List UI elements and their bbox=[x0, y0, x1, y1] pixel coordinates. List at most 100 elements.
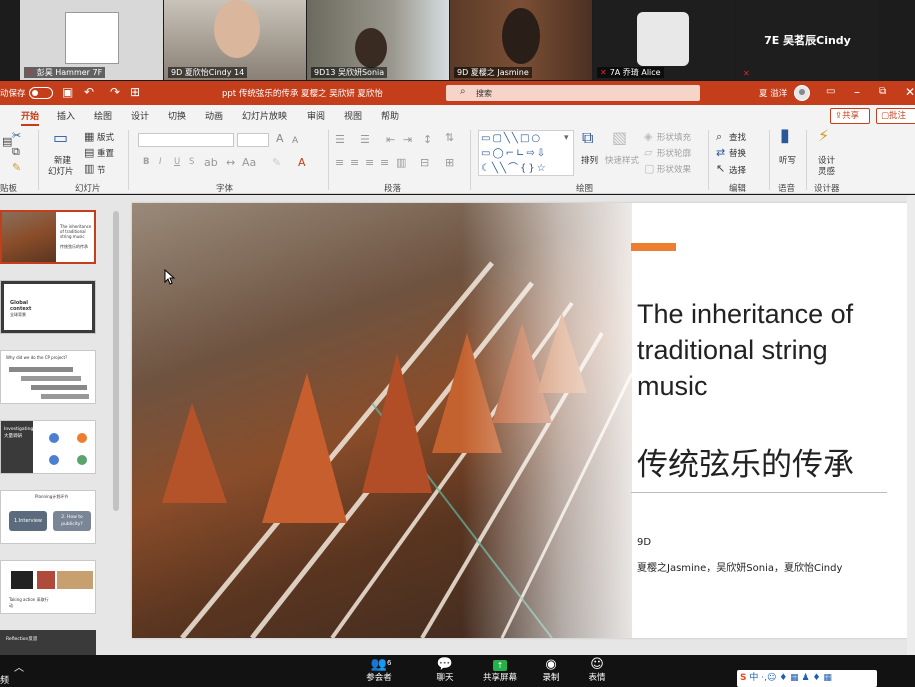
align-center-icon[interactable]: ≡ bbox=[350, 157, 359, 169]
slide-thumbnail[interactable]: Investigating 大量调研 bbox=[0, 420, 96, 474]
reset-icon[interactable]: ▤ bbox=[84, 147, 94, 159]
grow-font-icon[interactable]: A bbox=[276, 133, 284, 145]
video-tile[interactable]: 9D 夏樱之 Jasmine bbox=[450, 0, 592, 80]
change-case-icon[interactable]: Aa bbox=[242, 157, 256, 169]
undo-icon[interactable]: ↶ bbox=[84, 85, 94, 99]
video-tile[interactable]: 9D 夏欣怡Cindy 14 bbox=[164, 0, 306, 80]
tab-transitions[interactable]: 切换 bbox=[168, 109, 186, 122]
new-slide-icon[interactable]: ▭ bbox=[53, 130, 68, 146]
format-painter-icon[interactable]: ✎ bbox=[12, 162, 21, 174]
chat-button[interactable]: 💬 聊天 bbox=[425, 657, 465, 684]
reactions-button[interactable]: ☺ 表情 bbox=[577, 657, 617, 684]
tab-slideshow[interactable]: 幻灯片放映 bbox=[242, 109, 287, 122]
tab-view[interactable]: 视图 bbox=[344, 109, 362, 122]
slide-thumbnail[interactable]: Global context 全球背景 bbox=[0, 280, 96, 334]
paste-icon[interactable]: ▤ bbox=[2, 136, 12, 148]
redo-icon[interactable]: ↷ bbox=[110, 85, 120, 99]
copy-icon[interactable]: ⧉ bbox=[12, 146, 20, 158]
section-button[interactable]: 节 bbox=[97, 164, 106, 176]
share-button[interactable]: ⇪共享 bbox=[830, 108, 870, 124]
select-icon[interactable]: ↖ bbox=[716, 163, 725, 175]
slide-thumbnail[interactable]: Reflection反思 bbox=[0, 630, 96, 655]
avatar[interactable] bbox=[794, 85, 810, 101]
bullets-icon[interactable]: ☰ bbox=[335, 134, 345, 146]
tab-design[interactable]: 设计 bbox=[131, 109, 149, 122]
slide-title-chinese[interactable]: 传统弦乐的传承 bbox=[637, 439, 854, 484]
slide-thumbnail[interactable]: Why did we do the CP project? bbox=[0, 350, 96, 404]
italic-button[interactable]: I bbox=[159, 157, 162, 167]
font-name-select[interactable] bbox=[138, 133, 234, 147]
chevron-up-icon[interactable]: ︿ bbox=[14, 659, 24, 674]
shape-fill-button[interactable]: 形状填充 bbox=[657, 131, 691, 143]
record-button[interactable]: ◉ 录制 bbox=[531, 657, 571, 684]
layout-icon[interactable]: ▦ bbox=[84, 131, 94, 143]
increase-indent-icon[interactable]: ⇥ bbox=[403, 134, 412, 146]
strikethrough-icon[interactable]: ab bbox=[204, 157, 218, 169]
justify-icon[interactable]: ≡ bbox=[380, 157, 389, 169]
toolbar-left-label[interactable]: 频 bbox=[0, 673, 9, 686]
reset-button[interactable]: 重置 bbox=[97, 147, 114, 159]
section-icon[interactable]: ▥ bbox=[84, 163, 94, 175]
slide-title[interactable]: The inheritance of traditional string mu… bbox=[637, 296, 897, 404]
save-icon[interactable]: ▣ bbox=[62, 85, 73, 99]
tab-help[interactable]: 帮助 bbox=[381, 109, 399, 122]
minimize-icon[interactable]: – bbox=[854, 85, 860, 99]
gallery-scroll-icon[interactable]: ▾ bbox=[564, 132, 569, 144]
slide-thumbnail[interactable]: The inheritance of traditional string mu… bbox=[0, 210, 96, 264]
smartart-icon[interactable]: ⊞ bbox=[445, 157, 454, 169]
ime-mode[interactable]: 中 bbox=[749, 673, 758, 683]
autosave-toggle[interactable] bbox=[29, 87, 53, 99]
decrease-indent-icon[interactable]: ⇤ bbox=[386, 134, 395, 146]
font-size-select[interactable] bbox=[237, 133, 269, 147]
slide-canvas[interactable]: The inheritance of traditional string mu… bbox=[132, 203, 907, 638]
ribbon-display-icon[interactable]: ▭ bbox=[826, 85, 835, 99]
find-icon[interactable]: ⌕ bbox=[716, 131, 722, 143]
tab-animations[interactable]: 动画 bbox=[205, 109, 223, 122]
arrange-icon[interactable]: ⧉ bbox=[582, 130, 593, 146]
align-left-icon[interactable]: ≡ bbox=[335, 157, 344, 169]
font-color-icon[interactable]: A bbox=[298, 157, 306, 169]
select-button[interactable]: 选择 bbox=[729, 164, 746, 176]
underline-button[interactable]: U bbox=[174, 157, 180, 167]
shrink-font-icon[interactable]: A bbox=[292, 135, 298, 147]
thumbnail-scrollbar[interactable] bbox=[112, 201, 120, 651]
restore-icon[interactable]: ⧉ bbox=[879, 85, 886, 99]
tab-home[interactable]: 开始 bbox=[21, 109, 40, 126]
shape-effects-icon[interactable]: ▢ bbox=[644, 163, 654, 175]
microphone-icon[interactable]: ▮ bbox=[780, 127, 790, 145]
shadow-button[interactable]: S bbox=[189, 157, 194, 167]
bold-button[interactable]: B bbox=[143, 157, 149, 167]
char-spacing-icon[interactable]: ↔ bbox=[226, 157, 235, 169]
close-icon[interactable]: ✕ bbox=[905, 85, 915, 99]
columns-icon[interactable]: ▥ bbox=[396, 157, 406, 169]
shape-fill-icon[interactable]: ◈ bbox=[644, 131, 652, 143]
participants-button[interactable]: 👥 6 参会者 bbox=[359, 657, 399, 684]
slide-thumbnail[interactable]: Taking action 采取行动 bbox=[0, 560, 96, 614]
arrange-button[interactable]: 排列 bbox=[581, 154, 598, 166]
slide-thumbnail[interactable]: Planning计划环节 1.Interview 2. How to publi… bbox=[0, 490, 96, 544]
designer-icon[interactable]: ⚡ bbox=[818, 128, 829, 144]
video-tile[interactable]: 9D13 吴欣妍Sonia bbox=[307, 0, 449, 80]
user-name[interactable]: 夏 溢洋 bbox=[759, 87, 787, 99]
new-slide-label[interactable]: 幻灯片 bbox=[48, 165, 74, 177]
tab-insert[interactable]: 插入 bbox=[57, 109, 75, 122]
class-label[interactable]: 9D bbox=[637, 537, 651, 548]
shape-outline-icon[interactable]: ▱ bbox=[644, 147, 652, 159]
authors-label[interactable]: 夏樱之Jasmine，吴欣妍Sonia，夏欣怡Cindy bbox=[637, 559, 842, 574]
video-tile[interactable]: ✕ 彭昊 Hammer 7F bbox=[20, 0, 163, 80]
tab-review[interactable]: 审阅 bbox=[307, 109, 325, 122]
find-button[interactable]: 查找 bbox=[729, 131, 746, 143]
tab-draw[interactable]: 绘图 bbox=[94, 109, 112, 122]
replace-button[interactable]: 替换 bbox=[729, 147, 746, 159]
comment-button[interactable]: ▢批注 bbox=[876, 108, 915, 124]
align-text-icon[interactable]: ⊟ bbox=[420, 157, 429, 169]
cut-icon[interactable]: ✂ bbox=[12, 130, 21, 142]
present-icon[interactable]: ⊞ bbox=[130, 85, 140, 99]
scrollbar-thumb[interactable] bbox=[113, 211, 119, 511]
search-box[interactable]: ⌕ bbox=[446, 85, 700, 101]
quick-styles-button[interactable]: 快速样式 bbox=[605, 154, 639, 166]
video-tile[interactable]: 7E 吴茗辰Cindy ✕ bbox=[736, 0, 879, 80]
highlight-icon[interactable]: ✎ bbox=[272, 157, 281, 169]
ime-toolbar[interactable]: S 中 ·,☺ ♦ ▦ ♟ ♦ ▦ bbox=[737, 670, 877, 687]
ime-tools-icons[interactable]: ·,☺ ♦ ▦ ♟ ♦ ▦ bbox=[761, 673, 832, 683]
